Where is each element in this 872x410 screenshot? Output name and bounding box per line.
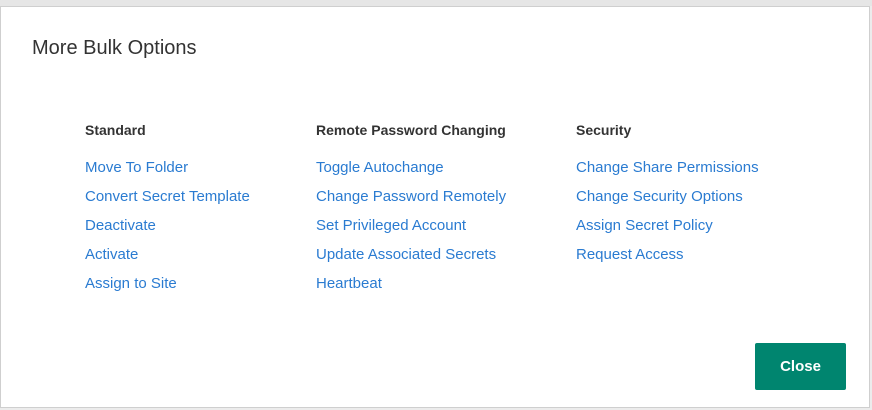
assign-secret-policy-link[interactable]: Assign Secret Policy — [576, 217, 713, 234]
remote-password-changing-column: Remote Password Changing Toggle Autochan… — [316, 121, 506, 304]
toggle-autochange-link[interactable]: Toggle Autochange — [316, 159, 444, 176]
set-privileged-account-link[interactable]: Set Privileged Account — [316, 217, 466, 234]
change-password-remotely-link[interactable]: Change Password Remotely — [316, 188, 506, 205]
update-associated-secrets-link[interactable]: Update Associated Secrets — [316, 246, 496, 263]
heartbeat-link[interactable]: Heartbeat — [316, 275, 382, 292]
standard-column: Standard Move To Folder Convert Secret T… — [85, 121, 250, 304]
standard-heading: Standard — [85, 122, 146, 138]
security-column: Security Change Share Permissions Change… — [576, 121, 759, 275]
deactivate-link[interactable]: Deactivate — [85, 217, 156, 234]
request-access-link[interactable]: Request Access — [576, 246, 684, 263]
assign-to-site-link[interactable]: Assign to Site — [85, 275, 177, 292]
convert-secret-template-link[interactable]: Convert Secret Template — [85, 188, 250, 205]
security-links: Change Share Permissions Change Security… — [576, 159, 759, 275]
close-button[interactable]: Close — [755, 343, 846, 390]
change-security-options-link[interactable]: Change Security Options — [576, 188, 743, 205]
change-share-permissions-link[interactable]: Change Share Permissions — [576, 159, 759, 176]
standard-links: Move To Folder Convert Secret Template D… — [85, 159, 250, 304]
dialog-title: More Bulk Options — [32, 37, 197, 59]
move-to-folder-link[interactable]: Move To Folder — [85, 159, 188, 176]
remote-password-changing-links: Toggle Autochange Change Password Remote… — [316, 159, 506, 304]
security-heading: Security — [576, 122, 632, 138]
remote-password-changing-heading: Remote Password Changing — [316, 122, 506, 138]
activate-link[interactable]: Activate — [85, 246, 138, 263]
bulk-options-dialog: More Bulk Options Standard Move To Folde… — [0, 6, 870, 408]
